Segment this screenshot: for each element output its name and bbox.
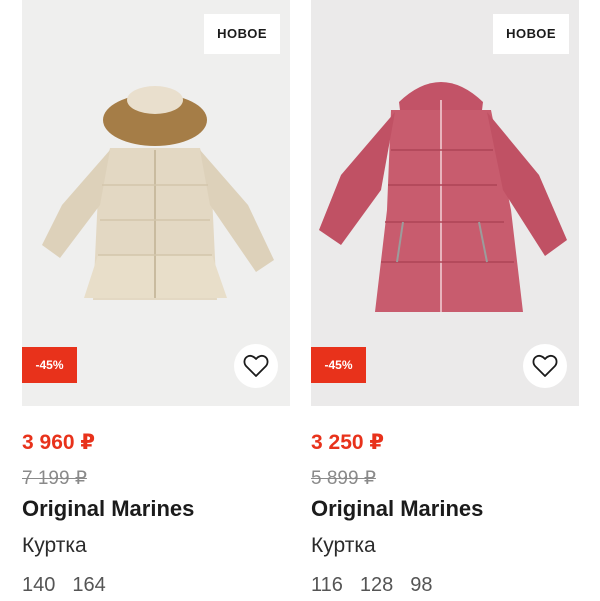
new-badge: НОВОЕ: [493, 14, 569, 54]
size-option[interactable]: 98: [410, 574, 432, 597]
product-card[interactable]: НОВОЕ -45% 3 960 ₽ 7 199 ₽ Original Mari…: [22, 0, 290, 596]
product-old-price: 7 199 ₽: [22, 468, 87, 489]
product-type: Куртка: [311, 534, 376, 557]
size-option[interactable]: 164: [72, 574, 105, 597]
heart-outline-icon: [243, 354, 269, 377]
size-option[interactable]: 116: [311, 574, 343, 597]
size-list: 116 128 98: [311, 574, 450, 597]
product-card[interactable]: НОВОЕ -45% 3 250 ₽ 5 899 ₽ Original Mari…: [311, 0, 579, 596]
product-brand[interactable]: Original Marines: [22, 496, 194, 522]
product-price: 3 250 ₽: [311, 431, 384, 454]
size-option[interactable]: 140: [22, 574, 55, 597]
size-list: 140 164: [22, 574, 123, 597]
heart-outline-icon: [532, 354, 558, 377]
product-brand[interactable]: Original Marines: [311, 496, 483, 522]
product-price: 3 960 ₽: [22, 431, 95, 454]
new-badge: НОВОЕ: [204, 14, 280, 54]
product-image[interactable]: НОВОЕ -45%: [22, 0, 290, 406]
discount-badge: -45%: [22, 347, 77, 383]
favorite-button[interactable]: [523, 344, 567, 388]
product-image[interactable]: НОВОЕ -45%: [311, 0, 579, 406]
size-option[interactable]: 128: [360, 574, 393, 597]
product-old-price: 5 899 ₽: [311, 468, 376, 489]
discount-badge: -45%: [311, 347, 366, 383]
product-type: Куртка: [22, 534, 87, 557]
favorite-button[interactable]: [234, 344, 278, 388]
